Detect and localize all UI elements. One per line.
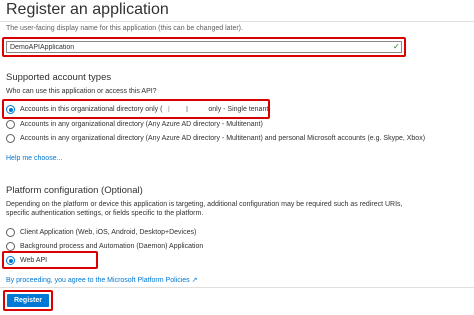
platform-option-client[interactable]: Client Application (Web, iOS, Android, D… (6, 227, 196, 238)
radio-selected[interactable] (6, 105, 15, 114)
account-option-label-end: only - Single tenant) (206, 106, 271, 113)
page-title: Register an application (6, 1, 169, 18)
radio-unselected[interactable] (6, 242, 15, 251)
external-link-icon: ↗ (191, 277, 198, 284)
platform-option-daemon[interactable]: Background process and Automation (Daemo… (6, 241, 203, 252)
radio-unselected[interactable] (6, 228, 15, 237)
redacted-tenant-name (164, 106, 205, 113)
account-option-multitenant-personal[interactable]: Accounts in any organizational directory… (6, 133, 425, 144)
account-option-label-start: Accounts in this organizational director… (20, 106, 163, 113)
checkmark-icon: ✓ (393, 42, 400, 51)
title-divider (0, 21, 474, 22)
help-me-choose-link[interactable]: Help me choose... (6, 155, 62, 162)
footer-divider (0, 287, 474, 288)
radio-unselected[interactable] (6, 120, 15, 129)
display-name-input[interactable] (6, 41, 402, 53)
platform-option-label: Web API (20, 257, 48, 264)
platform-option-label: Client Application (Web, iOS, Android, D… (20, 229, 197, 236)
account-option-multitenant[interactable]: Accounts in any organizational directory… (6, 119, 263, 130)
register-button[interactable]: Register (7, 294, 49, 307)
platform-description: Depending on the platform or device this… (6, 201, 403, 217)
account-option-single-tenant[interactable]: Accounts in this organizational director… (6, 104, 271, 115)
radio-unselected[interactable] (6, 134, 15, 143)
platform-option-web-api[interactable]: Web API (6, 255, 47, 266)
policy-text: By proceeding, you agree to the Microsof… (6, 277, 190, 284)
account-types-heading: Supported account types (6, 72, 112, 83)
account-option-label: Accounts in any organizational directory… (20, 121, 263, 128)
policy-text-link[interactable]: By proceeding, you agree to the Microsof… (6, 276, 198, 284)
platform-option-label: Background process and Automation (Daemo… (20, 243, 204, 250)
account-option-label: Accounts in any organizational directory… (20, 135, 426, 142)
radio-selected[interactable] (6, 256, 15, 265)
account-types-question: Who can use this application or access t… (6, 88, 157, 95)
name-description: The user-facing display name for this ap… (6, 25, 243, 32)
platform-heading: Platform configuration (Optional) (6, 185, 143, 196)
